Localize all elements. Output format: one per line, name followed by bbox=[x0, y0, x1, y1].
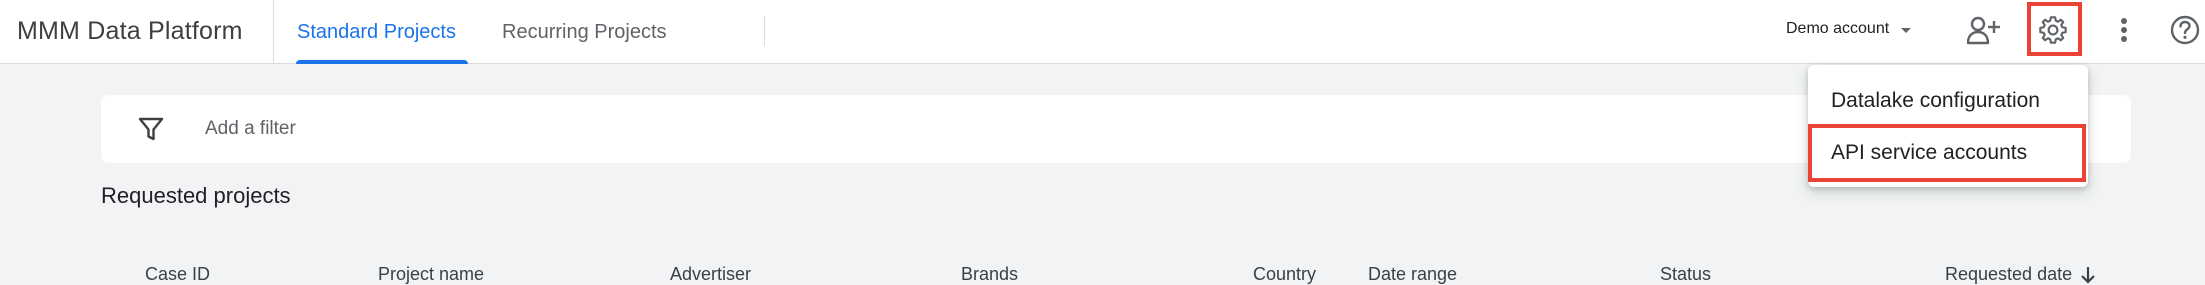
column-header-label: Requested date bbox=[1945, 264, 2073, 284]
account-label: Demo account bbox=[1786, 20, 1890, 37]
arrow-down-icon bbox=[2081, 266, 2095, 284]
tab-standard-projects[interactable]: Standard Projects bbox=[297, 0, 456, 64]
settings-menu: Datalake configuration API service accou… bbox=[1808, 65, 2088, 187]
menu-item-datalake-configuration[interactable]: Datalake configuration bbox=[1808, 76, 2088, 126]
top-app-bar: MMM Data Platform Standard Projects Recu… bbox=[0, 0, 2205, 64]
section-title: Requested projects bbox=[101, 183, 291, 208]
column-header-status[interactable]: Status bbox=[1660, 264, 1711, 285]
active-tab-indicator bbox=[296, 60, 468, 64]
gear-icon bbox=[2039, 16, 2067, 44]
account-selector[interactable]: Demo account bbox=[1786, 0, 1912, 58]
tab-recurring-projects[interactable]: Recurring Projects bbox=[502, 0, 667, 64]
dropdown-arrow-icon bbox=[1901, 27, 1912, 33]
column-header-date-range[interactable]: Date range bbox=[1368, 264, 1457, 285]
filter-icon[interactable] bbox=[137, 115, 165, 143]
column-header-requested-date[interactable]: Requested date bbox=[1945, 264, 2096, 285]
more-options-button[interactable] bbox=[2102, 8, 2146, 52]
divider bbox=[764, 16, 765, 46]
app-title: MMM Data Platform bbox=[17, 16, 243, 45]
divider bbox=[273, 0, 274, 64]
table-header: Case ID Project name Advertiser Brands C… bbox=[0, 264, 2205, 285]
column-header-advertiser[interactable]: Advertiser bbox=[670, 264, 751, 285]
filter-input[interactable] bbox=[205, 113, 805, 145]
menu-item-api-service-accounts[interactable]: API service accounts bbox=[1808, 128, 2088, 178]
add-user-icon bbox=[1967, 16, 2000, 45]
settings-button[interactable] bbox=[2031, 8, 2075, 52]
column-header-project-name[interactable]: Project name bbox=[378, 264, 484, 285]
add-user-button[interactable] bbox=[1962, 8, 2006, 52]
more-vert-icon bbox=[2121, 18, 2127, 42]
column-header-brands[interactable]: Brands bbox=[961, 264, 1018, 285]
column-header-country[interactable]: Country bbox=[1253, 264, 1316, 285]
help-button[interactable] bbox=[2163, 8, 2205, 52]
column-header-case-id[interactable]: Case ID bbox=[145, 264, 210, 285]
help-icon bbox=[2170, 15, 2200, 45]
